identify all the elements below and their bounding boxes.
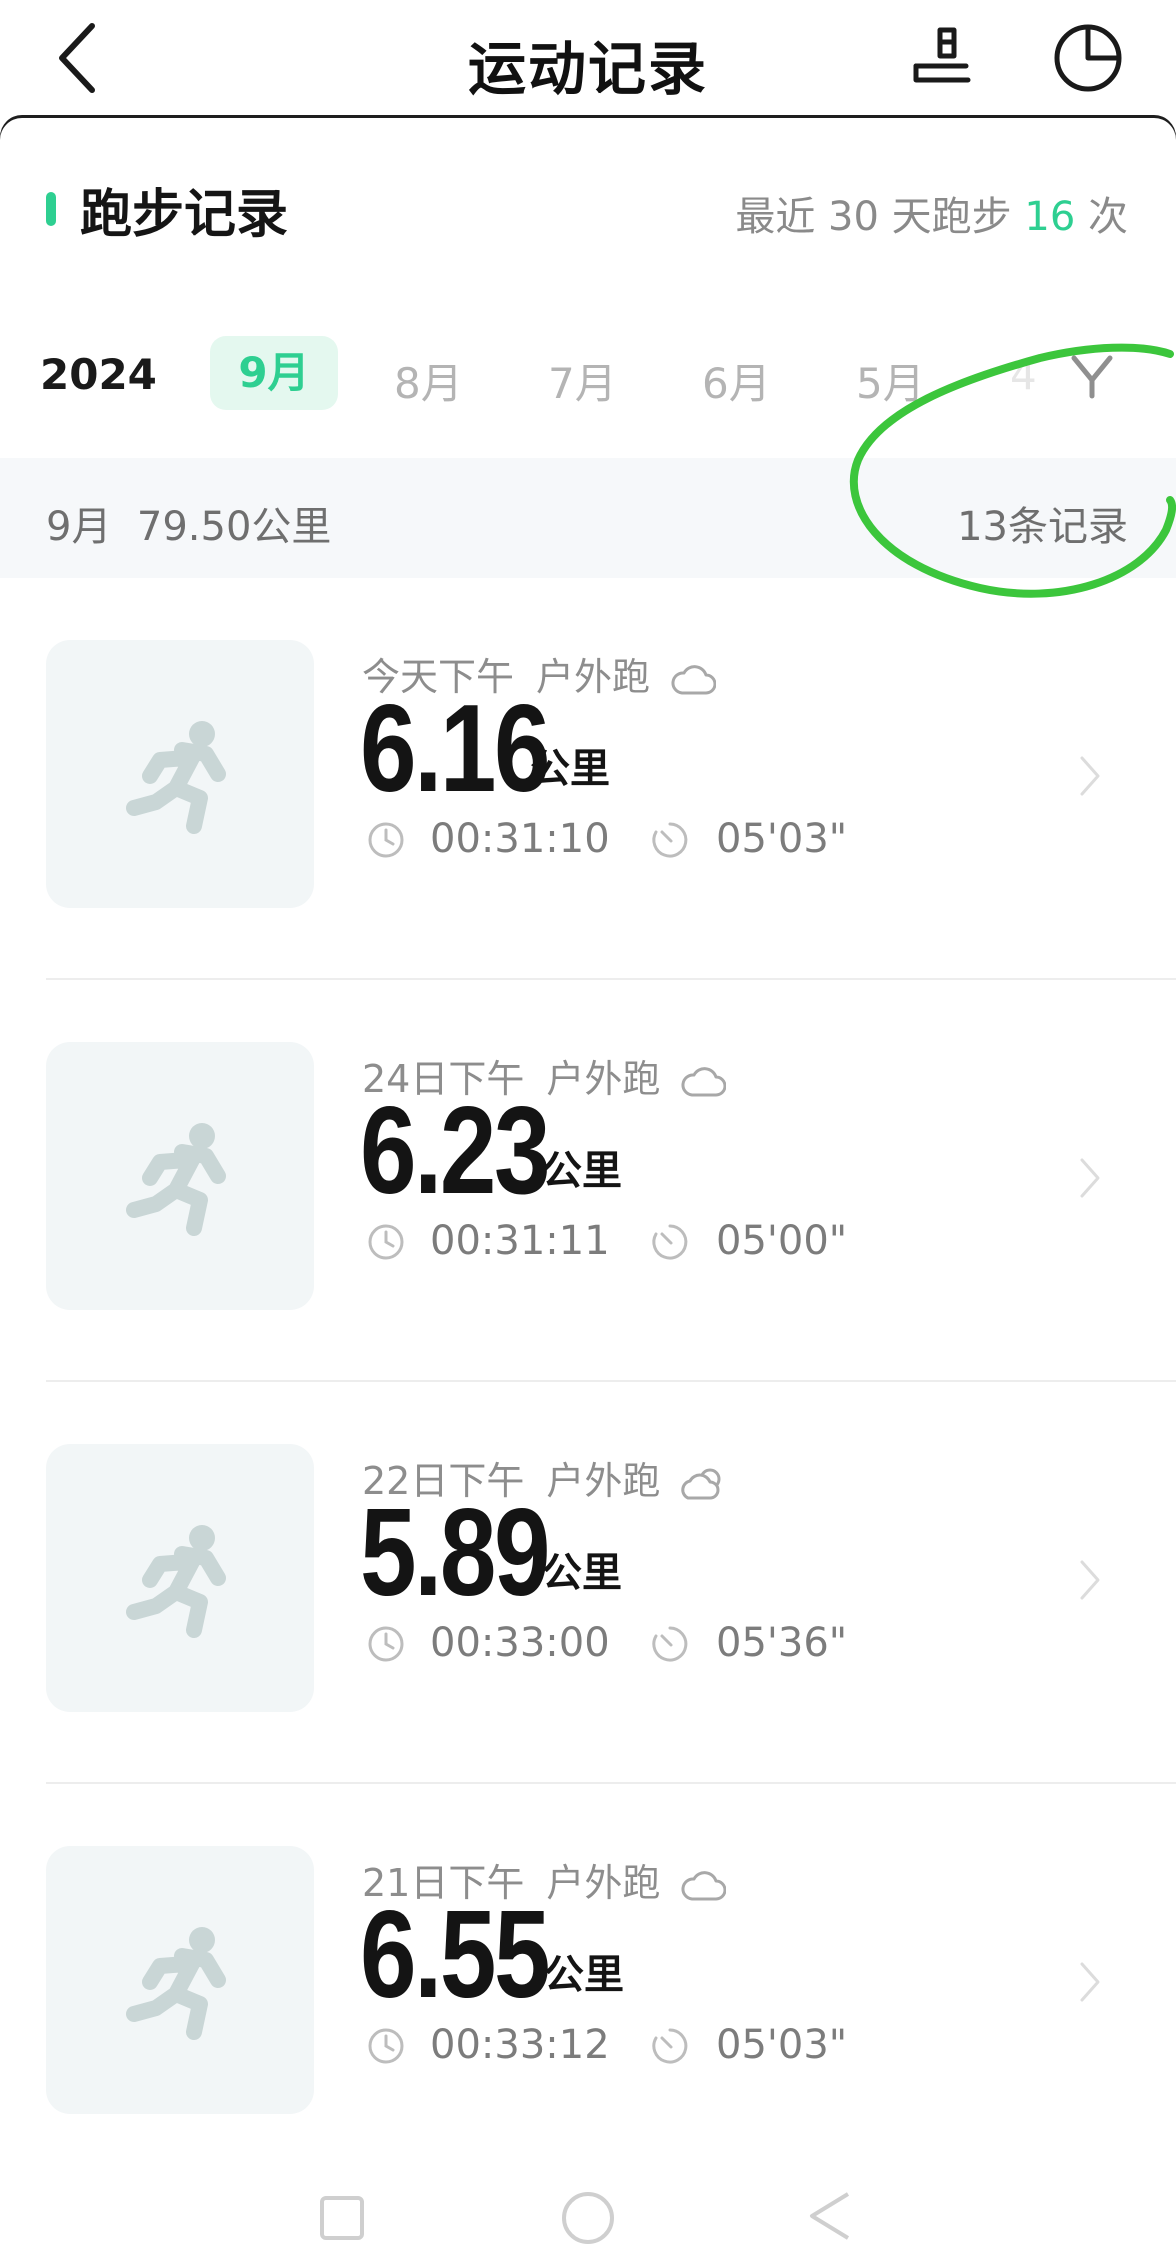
cloud-icon [671, 664, 717, 694]
pace-timer-icon [652, 2028, 688, 2064]
recent-runs-summary: 最近 30 天跑步 16 次 [735, 184, 1128, 242]
run-duration: 00:33:00 [430, 1620, 610, 1666]
run-pace: 05'36" [716, 1620, 848, 1666]
runner-icon [126, 1927, 226, 2040]
recent-apps-button[interactable] [320, 2196, 364, 2240]
row-divider [46, 1380, 1176, 1382]
section-title: 跑步记录 [80, 185, 289, 245]
chevron-right-icon [1080, 1158, 1100, 1198]
clock-icon [368, 822, 404, 858]
filter-icon[interactable] [1070, 352, 1114, 400]
clock-icon [368, 2028, 404, 2064]
summary-suffix: 次 [1075, 194, 1128, 240]
chevron-right-icon [1080, 756, 1100, 796]
pace-timer-icon [652, 822, 688, 858]
home-button[interactable] [562, 2192, 614, 2244]
run-record-row[interactable]: 21日下午 户外跑 6.55 公里 00:33:12 05'03" [0, 1806, 1176, 2208]
pie-chart-icon[interactable] [1050, 18, 1126, 94]
tab-month-faded[interactable]: 4 [1010, 350, 1037, 399]
run-duration: 00:31:10 [430, 816, 610, 862]
tab-month[interactable]: 8月 [394, 350, 463, 411]
run-type: 户外跑 [546, 1861, 661, 1905]
run-distance: 6.55 [360, 1886, 551, 2024]
distance-unit: 公里 [530, 746, 610, 792]
cloud-icon [681, 1066, 727, 1096]
runner-icon [126, 1525, 226, 1638]
run-record-row[interactable]: 今天下午 户外跑 6.16 公里 00:31:10 05'03" [0, 600, 1176, 1002]
clock-icon [368, 1626, 404, 1662]
run-thumbnail [46, 1042, 314, 1310]
chevron-right-icon [1080, 1560, 1100, 1600]
runner-icon [126, 1123, 226, 1236]
export-icon[interactable] [906, 22, 978, 94]
run-distance: 6.23 [360, 1082, 551, 1220]
row-divider [46, 1782, 1176, 1784]
run-record-row[interactable]: 22日下午 户外跑 5.89 公里 00:33:00 05'36" [0, 1404, 1176, 1806]
system-back-icon[interactable] [804, 2190, 854, 2242]
run-record-row[interactable]: 24日下午 户外跑 6.23 公里 00:31:11 05'00" [0, 1002, 1176, 1404]
pace-timer-icon [652, 1626, 688, 1662]
run-thumbnail [46, 1846, 314, 2114]
run-duration: 00:33:12 [430, 2022, 610, 2068]
distance-unit: 公里 [542, 1550, 622, 1596]
tab-month[interactable]: 5月 [856, 350, 925, 411]
run-pace: 05'03" [716, 816, 848, 862]
run-pace: 05'00" [716, 1218, 848, 1264]
partly-cloudy-icon [681, 1468, 721, 1499]
run-type: 户外跑 [546, 1057, 661, 1101]
clock-icon [368, 1224, 404, 1260]
tab-month[interactable]: 6月 [702, 350, 771, 411]
run-type: 户外跑 [546, 1459, 661, 1503]
app-bar: 运动记录 [0, 0, 1176, 120]
page-title: 运动记录 [467, 35, 708, 103]
summary-count: 16 [1024, 194, 1076, 240]
tab-month[interactable]: 7月 [548, 350, 617, 411]
summary-prefix: 最近 30 天跑步 [735, 194, 1025, 240]
run-distance: 5.89 [360, 1484, 551, 1622]
run-duration: 00:31:11 [430, 1218, 610, 1264]
cloud-icon [681, 1870, 727, 1900]
run-type: 户外跑 [536, 655, 651, 699]
run-thumbnail [46, 640, 314, 908]
distance-unit: 公里 [542, 1148, 622, 1194]
runner-icon [126, 721, 226, 834]
run-distance: 6.16 [360, 680, 551, 818]
run-pace: 05'03" [716, 2022, 848, 2068]
chevron-right-icon [1080, 1962, 1100, 2002]
section-accent-bar [46, 192, 56, 226]
distance-unit: 公里 [544, 1952, 624, 1998]
record-count: 13条记录 [957, 504, 1128, 550]
year-label[interactable]: 2024 [40, 350, 157, 399]
pace-timer-icon [652, 1224, 688, 1260]
row-divider [46, 978, 1176, 980]
month-distance-total: 9月 79.50公里 [46, 504, 332, 550]
tab-month-active[interactable]: 9月 [210, 336, 338, 410]
run-thumbnail [46, 1444, 314, 1712]
